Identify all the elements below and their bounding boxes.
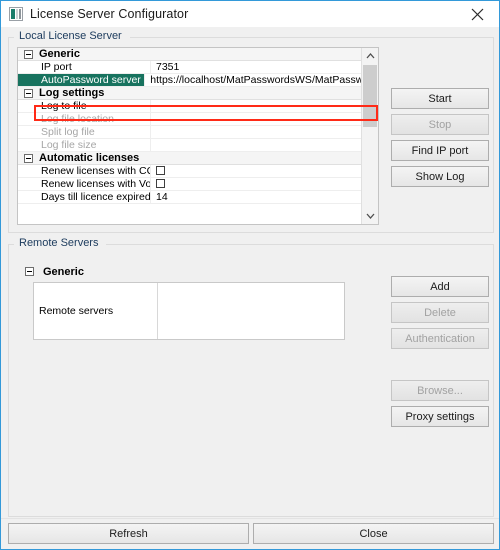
remote-generic-category[interactable]: Generic (25, 263, 377, 280)
remote-servers-row-label: Remote servers (34, 283, 158, 339)
property-value[interactable]: 7351 (150, 60, 361, 74)
local-license-server-label: Local License Server (16, 30, 125, 43)
property-name: Days till licence expired (41, 191, 150, 203)
remote-servers-row-label-text: Remote servers (39, 305, 114, 317)
window-title: License Server Configurator (30, 7, 189, 21)
property-value[interactable] (150, 87, 361, 100)
local-property-grid[interactable]: GenericIP port7351AutoPassword server UR… (17, 47, 379, 225)
add-button[interactable]: Add (391, 276, 489, 297)
authentication-button: Authentication (391, 328, 489, 349)
browse-button: Browse... (391, 380, 489, 401)
property-row[interactable]: AutoPassword server URLhttps://localhost… (18, 73, 361, 87)
property-name: Log file size (41, 139, 97, 151)
checkbox[interactable] (156, 178, 165, 188)
show-log-button[interactable]: Show Log (391, 166, 489, 187)
property-value[interactable]: 14 (150, 190, 361, 204)
property-row[interactable]: Log to file (18, 99, 361, 113)
property-grid-rows: GenericIP port7351AutoPassword server UR… (18, 48, 361, 224)
property-value[interactable] (150, 112, 361, 126)
property-row[interactable]: Log file location (18, 112, 361, 126)
scroll-up-icon[interactable] (362, 48, 378, 64)
property-grid-scrollbar[interactable] (361, 48, 378, 224)
delete-button: Delete (391, 302, 489, 323)
collapse-icon[interactable] (24, 50, 33, 59)
property-value[interactable]: https://localhost/MatPasswordsWS/MatPass… (144, 73, 361, 87)
property-row[interactable]: Renew licenses with CC-key (18, 164, 361, 178)
property-name: AutoPassword server URL (18, 74, 145, 86)
collapse-icon[interactable] (24, 89, 33, 98)
remote-generic-label: Generic (43, 265, 84, 278)
property-name: Log to file (41, 100, 87, 112)
property-name: Split log file (41, 126, 95, 138)
property-row[interactable]: Renew licenses with Vouch... (18, 177, 361, 191)
property-row[interactable]: Split log file (18, 125, 361, 139)
remote-servers-grid[interactable]: Remote servers (33, 282, 345, 340)
property-value[interactable] (150, 48, 361, 61)
property-name: Renew licenses with CC-key (41, 165, 150, 177)
property-name: Log file location (41, 113, 114, 125)
property-name: Renew licenses with Vouch... (41, 178, 150, 190)
remote-servers-label: Remote Servers (16, 237, 102, 250)
property-value[interactable] (150, 152, 361, 165)
refresh-button[interactable]: Refresh (8, 523, 249, 544)
property-value[interactable] (150, 138, 361, 152)
collapse-icon[interactable] (24, 154, 33, 163)
property-value[interactable] (150, 164, 361, 178)
property-row[interactable]: Days till licence expired 14 (18, 190, 361, 204)
checkbox[interactable] (156, 165, 165, 175)
property-value[interactable] (150, 99, 361, 113)
dialog-content: Local License Server Generic IP port 7351 A… (1, 27, 499, 518)
property-row[interactable]: IP port 7351 (18, 60, 361, 74)
footer-bar: Refresh Close (1, 518, 499, 549)
property-name: Log settings (39, 87, 105, 99)
collapse-icon-remote[interactable] (25, 267, 34, 276)
title-bar: License Server Configurator (1, 1, 499, 27)
property-value[interactable] (150, 125, 361, 139)
close-button[interactable]: Close (253, 523, 494, 544)
property-category-row[interactable]: Automatic licenses (18, 152, 361, 165)
property-category-row[interactable]: Log settings (18, 87, 361, 100)
start-button[interactable]: Start (391, 88, 489, 109)
find-ip-port-button[interactable]: Find IP port (391, 140, 489, 161)
property-name: Automatic licenses (39, 152, 140, 164)
property-row[interactable]: Log file size (18, 138, 361, 152)
stop-button: Stop (391, 114, 489, 135)
property-category-row[interactable]: Generic (18, 48, 361, 61)
property-name: IP port (41, 61, 72, 73)
property-name: Generic (39, 48, 80, 60)
scroll-thumb[interactable] (363, 65, 377, 127)
proxy-settings-button[interactable]: Proxy settings (391, 406, 489, 427)
close-icon[interactable] (455, 1, 499, 27)
remote-servers-row-value[interactable] (158, 283, 344, 339)
property-value[interactable] (150, 177, 361, 191)
license-server-configurator-window: License Server Configurator Local Licens… (0, 0, 500, 550)
scroll-down-icon[interactable] (362, 208, 378, 224)
app-window-icon (9, 7, 23, 21)
